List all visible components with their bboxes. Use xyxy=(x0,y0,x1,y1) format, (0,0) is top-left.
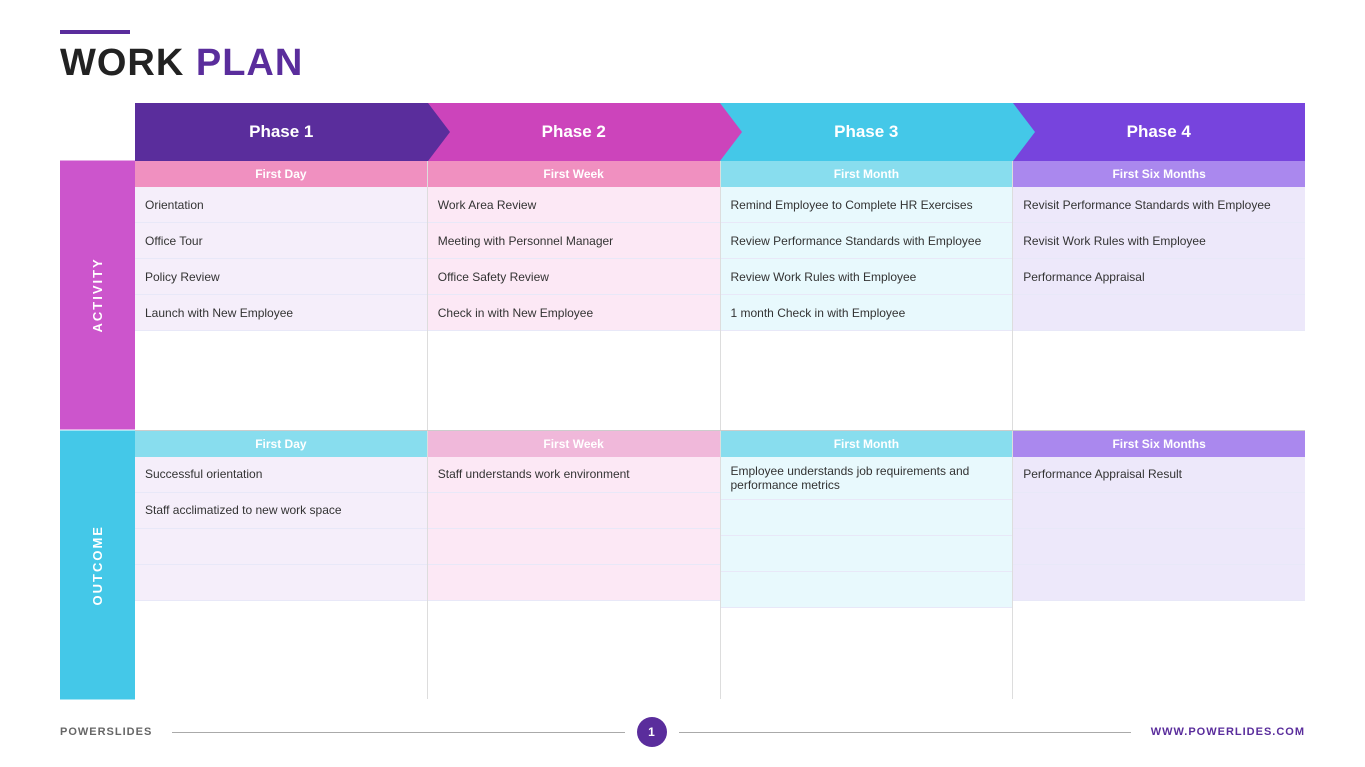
outcome-cell-2-1: Staff understands work environment xyxy=(428,457,720,493)
activity-col-1: First Day Orientation Office Tour Policy… xyxy=(135,161,428,430)
activity-cell-3-3: Review Work Rules with Employee xyxy=(721,259,1013,295)
work-plan-table: Phase 1 Phase 2 Phase 3 Phase 4 Activity… xyxy=(60,103,1305,699)
outcome-col-4: First Six Months Performance Appraisal R… xyxy=(1013,431,1305,700)
phase4-label: Phase 4 xyxy=(1127,122,1191,142)
outcome-cell-1-4 xyxy=(135,565,427,601)
activity-cell-2-4: Check in with New Employee xyxy=(428,295,720,331)
page-title: WORK PLAN xyxy=(60,42,1305,85)
phase4-arrow: Phase 4 xyxy=(1013,103,1306,161)
footer-line-right xyxy=(679,732,1131,733)
outcome-cell-4-2 xyxy=(1013,493,1305,529)
outcome-col-3: First Month Employee understands job req… xyxy=(721,431,1014,700)
footer-brand-right: WWW.POWERLIDES.COM xyxy=(1151,726,1305,738)
activity-cell-4-4 xyxy=(1013,295,1305,331)
activity-cell-1-1: Orientation xyxy=(135,187,427,223)
phase2-label: Phase 2 xyxy=(542,122,606,142)
phase3-arrow: Phase 3 xyxy=(720,103,1013,161)
phase2-arrow: Phase 2 xyxy=(428,103,721,161)
outcome-cell-4-3 xyxy=(1013,529,1305,565)
activity-col3-header: First Month xyxy=(721,161,1013,187)
phase-header-row: Phase 1 Phase 2 Phase 3 Phase 4 xyxy=(135,103,1305,161)
activity-col2-header: First Week xyxy=(428,161,720,187)
activity-cell-3-4: 1 month Check in with Employee xyxy=(721,295,1013,331)
outcome-cell-3-1: Employee understands job requirements an… xyxy=(721,457,1013,500)
outcome-cell-1-3 xyxy=(135,529,427,565)
page: WORK PLAN Phase 1 Phase 2 Phase 3 Phase … xyxy=(0,0,1365,767)
title-work: WORK xyxy=(60,42,196,84)
outcome-col4-header: First Six Months xyxy=(1013,431,1305,457)
header: WORK PLAN xyxy=(60,30,1305,85)
outcome-section: Outcome First Day Successful orientation… xyxy=(60,431,1305,700)
outcome-cell-2-4 xyxy=(428,565,720,601)
outcome-cell-2-2 xyxy=(428,493,720,529)
footer-center: 1 xyxy=(172,717,1130,747)
activity-grid: First Day Orientation Office Tour Policy… xyxy=(135,161,1305,430)
activity-cell-1-4: Launch with New Employee xyxy=(135,295,427,331)
outcome-cell-1-2: Staff acclimatized to new work space xyxy=(135,493,427,529)
activity-col1-header: First Day xyxy=(135,161,427,187)
outcome-cell-3-4 xyxy=(721,572,1013,608)
phase3-label: Phase 3 xyxy=(834,122,898,142)
outcome-cell-1-1: Successful orientation xyxy=(135,457,427,493)
activity-cell-4-1: Revisit Performance Standards with Emplo… xyxy=(1013,187,1305,223)
phase1-arrow: Phase 1 xyxy=(135,103,428,161)
outcome-cell-4-1: Performance Appraisal Result xyxy=(1013,457,1305,493)
outcome-col2-header: First Week xyxy=(428,431,720,457)
footer: POWERSLIDES 1 WWW.POWERLIDES.COM xyxy=(60,707,1305,747)
outcome-label: Outcome xyxy=(60,431,135,700)
title-plan: PLAN xyxy=(196,42,303,84)
outcome-cell-4-4 xyxy=(1013,565,1305,601)
activity-label: Activity xyxy=(60,161,135,430)
header-accent-line xyxy=(60,30,130,34)
activity-cell-4-3: Performance Appraisal xyxy=(1013,259,1305,295)
activity-col-4: First Six Months Revisit Performance Sta… xyxy=(1013,161,1305,430)
activity-cell-4-2: Revisit Work Rules with Employee xyxy=(1013,223,1305,259)
activity-col-3: First Month Remind Employee to Complete … xyxy=(721,161,1014,430)
footer-page-badge: 1 xyxy=(637,717,667,747)
activity-cell-2-2: Meeting with Personnel Manager xyxy=(428,223,720,259)
activity-cell-3-1: Remind Employee to Complete HR Exercises xyxy=(721,187,1013,223)
footer-line-left xyxy=(172,732,624,733)
activity-cell-2-3: Office Safety Review xyxy=(428,259,720,295)
outcome-cell-3-2 xyxy=(721,500,1013,536)
outcome-col-2: First Week Staff understands work enviro… xyxy=(428,431,721,700)
activity-section: Activity First Day Orientation Office To… xyxy=(60,161,1305,430)
activity-cell-1-2: Office Tour xyxy=(135,223,427,259)
outcome-grid: First Day Successful orientation Staff a… xyxy=(135,431,1305,700)
footer-brand-left: POWERSLIDES xyxy=(60,726,152,738)
outcome-cell-2-3 xyxy=(428,529,720,565)
activity-col4-header: First Six Months xyxy=(1013,161,1305,187)
activity-cell-3-2: Review Performance Standards with Employ… xyxy=(721,223,1013,259)
activity-cell-2-1: Work Area Review xyxy=(428,187,720,223)
outcome-col-1: First Day Successful orientation Staff a… xyxy=(135,431,428,700)
outcome-cell-3-3 xyxy=(721,536,1013,572)
activity-cell-1-3: Policy Review xyxy=(135,259,427,295)
outcome-col3-header: First Month xyxy=(721,431,1013,457)
phase1-label: Phase 1 xyxy=(249,122,313,142)
outcome-col1-header: First Day xyxy=(135,431,427,457)
activity-col-2: First Week Work Area Review Meeting with… xyxy=(428,161,721,430)
